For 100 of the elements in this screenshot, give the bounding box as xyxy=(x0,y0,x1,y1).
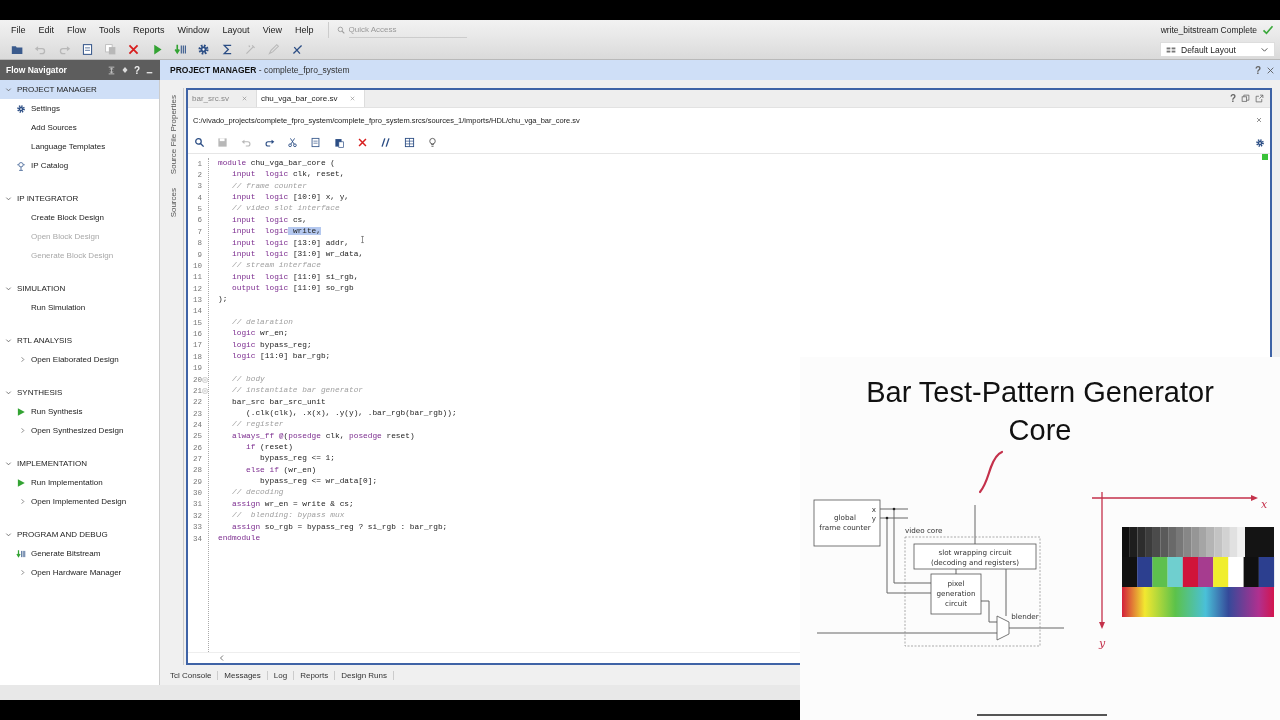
help-button[interactable]: ? xyxy=(1229,93,1236,104)
panel-tab[interactable]: Log xyxy=(267,670,295,680)
x-mark-icon[interactable] xyxy=(127,43,141,56)
plug-icon xyxy=(16,160,26,171)
bitstream-icon[interactable] xyxy=(174,43,188,56)
cut-icon[interactable] xyxy=(287,137,299,148)
scroll-marker xyxy=(1262,154,1268,160)
chevron-down-icon xyxy=(5,389,12,396)
restore-icon[interactable] xyxy=(1241,94,1250,103)
panel-tab[interactable]: Messages xyxy=(218,670,268,680)
bulb-icon[interactable] xyxy=(426,137,438,148)
nav-section-header[interactable]: SYNTHESIS xyxy=(0,383,159,402)
sigma-icon[interactable] xyxy=(220,43,234,56)
redo-icon[interactable] xyxy=(263,137,275,148)
float-icon[interactable] xyxy=(1255,94,1264,103)
chevron-down-icon xyxy=(5,460,12,467)
nav-section-header[interactable]: RTL ANALYSIS xyxy=(0,331,159,350)
collapse-icon[interactable] xyxy=(106,65,116,75)
menu-item[interactable]: Tools xyxy=(99,25,121,35)
nav-section-header[interactable]: IP INTEGRATOR xyxy=(0,189,159,208)
junction-dot xyxy=(885,516,889,520)
folder-icon[interactable] xyxy=(11,43,24,56)
nav-item[interactable]: Run Synthesis xyxy=(0,402,159,421)
connector-line xyxy=(955,568,957,575)
help-button[interactable]: ? xyxy=(133,64,140,76)
x-mark-icon[interactable] xyxy=(357,137,369,148)
menu-item[interactable]: Layout xyxy=(222,25,250,35)
columns-icon[interactable] xyxy=(403,137,415,148)
file-tab[interactable]: chu_vga_bar_core.sv xyxy=(256,90,366,107)
settings-icon[interactable] xyxy=(197,43,211,56)
play-icon xyxy=(16,477,26,488)
chevron-down-icon xyxy=(5,285,12,292)
nav-item[interactable]: Open Elaborated Design xyxy=(0,350,159,369)
nav-item[interactable]: Open Synthesized Design xyxy=(0,421,159,440)
menu-item[interactable]: Flow xyxy=(67,25,87,35)
side-tab[interactable]: Sources xyxy=(163,185,183,221)
quick-access-field[interactable]: Quick Access xyxy=(348,22,467,38)
panel-tab[interactable]: Tcl Console xyxy=(164,670,219,680)
help-button[interactable]: ? xyxy=(1254,64,1261,76)
play-icon xyxy=(16,406,26,417)
chevron-right-icon xyxy=(19,498,26,505)
nav-item[interactable]: Settings xyxy=(0,99,159,118)
panel-title: PROJECT MANAGER - complete_fpro_system xyxy=(170,65,350,75)
nav-section-header[interactable]: SIMULATION xyxy=(0,279,159,298)
menu-item[interactable]: Edit xyxy=(38,25,55,35)
junction-dot xyxy=(892,507,896,511)
panel-tab[interactable]: Design Runs xyxy=(335,670,394,680)
axis-label: x xyxy=(1260,498,1268,511)
panel-title: Flow Navigator xyxy=(6,65,67,75)
slide-title: Bar Test-Pattern Generator Core xyxy=(865,375,1215,448)
diagram-block xyxy=(930,573,982,615)
document-icon[interactable] xyxy=(310,137,322,148)
settings-icon xyxy=(16,103,26,114)
close-icon[interactable] xyxy=(1255,116,1263,124)
side-tab[interactable]: Source File Properties xyxy=(163,92,183,178)
bitstream-icon xyxy=(16,548,26,559)
panel-tab[interactable]: Reports xyxy=(294,670,336,680)
nav-item[interactable]: IP Catalog xyxy=(0,156,159,175)
settings-icon[interactable] xyxy=(1255,137,1265,148)
connector-line xyxy=(980,600,998,623)
nav-item[interactable]: Run Simulation xyxy=(0,298,159,317)
connector-line xyxy=(974,504,976,545)
status-text: write_bitstream Complete xyxy=(1160,25,1257,35)
chevron-down-icon xyxy=(5,195,12,202)
menu-item[interactable]: File xyxy=(11,25,26,35)
menu-item[interactable]: Reports xyxy=(133,25,165,35)
paste-icon[interactable] xyxy=(333,137,345,148)
mux-shape xyxy=(996,615,1010,641)
close-icon[interactable] xyxy=(1266,65,1275,75)
text-cursor-icon xyxy=(359,234,366,245)
nav-item[interactable]: Language Templates xyxy=(0,137,159,156)
nav-section-header[interactable]: PROJECT MANAGER xyxy=(0,80,159,99)
connector-line xyxy=(1008,627,1065,629)
layout-dropdown[interactable]: Default Layout xyxy=(1160,42,1275,57)
axis-label: y xyxy=(1098,637,1106,650)
search-icon xyxy=(336,25,346,35)
menu-item[interactable]: View xyxy=(262,25,282,35)
nav-item[interactable]: Run Implementation xyxy=(0,473,159,492)
nav-item[interactable]: Create Block Design xyxy=(0,208,159,227)
nav-item[interactable]: Generate Bitstream xyxy=(0,544,159,563)
chevron-right-icon xyxy=(19,569,26,576)
chevron-down-icon xyxy=(1260,45,1269,54)
nav-item[interactable]: Open Implemented Design xyxy=(0,492,159,511)
menu-item[interactable]: Window xyxy=(177,25,210,35)
chevron-right-icon xyxy=(19,427,26,434)
nav-item[interactable]: Add Sources xyxy=(0,118,159,137)
crossed-pen-icon[interactable] xyxy=(290,43,304,56)
menu-item[interactable]: Help xyxy=(295,25,314,35)
document-icon[interactable] xyxy=(80,43,94,56)
chevron-down-icon xyxy=(5,337,12,344)
connector-line xyxy=(1005,568,1007,617)
search-icon[interactable] xyxy=(194,137,205,148)
comment-icon[interactable] xyxy=(380,137,392,148)
chevron-down-icon xyxy=(5,531,12,538)
nav-section-header[interactable]: IMPLEMENTATION xyxy=(0,454,159,473)
chevron-right-icon xyxy=(19,356,26,363)
nav-item[interactable]: Open Hardware Manager xyxy=(0,563,159,582)
nav-section-header[interactable]: PROGRAM AND DEBUG xyxy=(0,525,159,544)
diamond-icon[interactable] xyxy=(120,66,129,74)
annotation-stroke xyxy=(978,450,1004,494)
